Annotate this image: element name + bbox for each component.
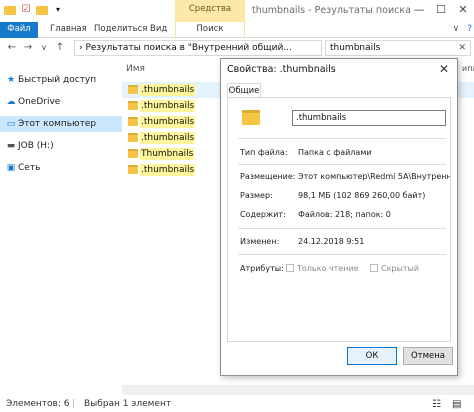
readonly-label: Только чтение xyxy=(297,264,359,273)
ok-button[interactable]: ОК xyxy=(347,347,397,365)
sidebar-item-onedrive[interactable]: ☁ OneDrive xyxy=(0,94,122,110)
sidebar-item-label: Быстрый доступ xyxy=(18,75,97,85)
column-header-name[interactable]: Имя xyxy=(126,64,145,74)
folder-icon xyxy=(242,110,260,125)
search-input[interactable]: thumbnails ✕ xyxy=(325,40,471,56)
divider xyxy=(238,254,446,255)
sidebar-item-network[interactable]: ▣ Сеть xyxy=(0,160,122,176)
cancel-button[interactable]: Отмена xyxy=(403,347,453,365)
folder-icon[interactable] xyxy=(4,6,16,15)
checkbox-box xyxy=(370,264,378,272)
modified-value: 24.12.2018 9:51 xyxy=(298,237,365,246)
selection-count: Выбран 1 элемент xyxy=(84,399,172,409)
attributes-label: Атрибуты: xyxy=(240,264,284,273)
properties-dialog: Свойства: .thumbnails ✕ Общие .thumbnail… xyxy=(220,58,458,376)
folder-icon xyxy=(128,165,138,174)
minimize-button[interactable]: — xyxy=(408,0,430,22)
horizontal-scrollbar[interactable] xyxy=(122,385,474,395)
status-bar: Элементов: 6 | Выбран 1 элемент ☷ ▤ xyxy=(0,396,474,412)
cloud-icon: ☁ xyxy=(6,97,16,107)
address-row: ← → ∨ ↑ › Результаты поиска в "Внутренни… xyxy=(0,38,474,58)
file-name: .thumbnails xyxy=(140,164,196,176)
back-arrow-icon[interactable]: ← xyxy=(6,41,18,55)
sidebar-item-quick-access[interactable]: ★ Быстрый доступ xyxy=(0,72,122,88)
type-label: Тип файла: xyxy=(240,148,288,157)
tab-share[interactable]: Поделиться xyxy=(94,22,147,38)
ribbon-expand-icon[interactable]: ∨ xyxy=(453,24,460,34)
sidebar-item-this-pc[interactable]: ▭ Этот компьютер xyxy=(0,116,122,132)
contains-label: Содержит: xyxy=(240,210,286,219)
tab-general[interactable]: Общие xyxy=(227,83,261,98)
divider xyxy=(238,164,446,165)
modified-label: Изменен: xyxy=(240,237,280,246)
item-count: Элементов: 6 xyxy=(6,399,70,409)
navigation-pane: ★ Быстрый доступ ☁ OneDrive ▭ Этот компь… xyxy=(0,60,122,390)
address-path: Результаты поиска в "Внутренний общий... xyxy=(85,43,292,53)
contains-value: Файлов: 218; папок: 0 xyxy=(298,210,391,219)
dialog-title: Свойства: .thumbnails xyxy=(227,64,336,75)
dialog-close-button[interactable]: ✕ xyxy=(439,62,449,76)
help-icon[interactable]: ? xyxy=(467,24,472,34)
clear-search-icon[interactable]: ✕ xyxy=(458,41,466,55)
folder-icon xyxy=(128,101,138,110)
close-button[interactable]: ✕ xyxy=(452,0,474,22)
folder-new-icon[interactable] xyxy=(36,6,48,15)
checkbox-box xyxy=(286,264,294,272)
file-name: .thumbnails xyxy=(140,116,196,128)
type-value: Папка с файлами xyxy=(298,148,372,157)
checkmark-icon[interactable]: ☑ xyxy=(20,4,32,16)
folder-icon xyxy=(128,85,138,94)
sidebar-item-label: Сеть xyxy=(18,163,41,173)
hidden-checkbox[interactable]: Скрытый xyxy=(370,264,419,273)
drive-icon: ▬ xyxy=(6,141,16,151)
tab-view[interactable]: Вид xyxy=(150,22,167,38)
tab-home[interactable]: Главная xyxy=(50,22,87,38)
title-bar: ☑ ▾ Средства поиска thumbnails - Результ… xyxy=(0,0,474,32)
address-bar[interactable]: › Результаты поиска в "Внутренний общий.… xyxy=(74,40,322,56)
sidebar-item-label: Этот компьютер xyxy=(18,119,97,129)
tab-search[interactable]: Поиск xyxy=(175,22,245,38)
details-view-icon[interactable]: ☷ xyxy=(432,399,441,410)
quick-access-toolbar: ☑ ▾ xyxy=(4,4,64,16)
location-label: Размещение: xyxy=(240,172,296,181)
column-header-type[interactable]: ипа xyxy=(462,64,474,73)
up-arrow-icon[interactable]: ↑ xyxy=(54,41,66,55)
file-name: .thumbnails xyxy=(140,100,196,112)
folder-icon xyxy=(128,149,138,158)
forward-arrow-icon[interactable]: → xyxy=(22,41,34,55)
file-name: .thumbnails xyxy=(140,132,196,144)
general-panel: .thumbnails Тип файла: Папка с файлами Р… xyxy=(227,97,451,342)
window-title: thumbnails - Результаты поиска xyxy=(252,5,411,16)
file-name: .thumbnails xyxy=(140,84,196,96)
folder-icon xyxy=(128,133,138,142)
location-value: Этот компьютер\Redmi 5A\Внутренний общий xyxy=(298,172,450,181)
hidden-label: Скрытый xyxy=(381,264,419,273)
computer-icon: ▭ xyxy=(6,119,16,129)
divider xyxy=(238,228,446,229)
file-name: Thumbnails xyxy=(140,148,195,160)
folder-icon xyxy=(128,117,138,126)
maximize-button[interactable]: ☐ xyxy=(430,0,452,22)
size-value: 98,1 МБ (102 869 260,00 байт) xyxy=(298,191,426,200)
star-icon: ★ xyxy=(6,75,16,85)
tiles-view-icon[interactable]: ▤ xyxy=(452,399,461,410)
qat-dropdown-icon[interactable]: ▾ xyxy=(52,4,64,16)
sidebar-item-label: OneDrive xyxy=(18,97,61,107)
ribbon: Файл Главная Поделиться Вид Поиск ∨ ? xyxy=(0,22,474,38)
name-field[interactable]: .thumbnails xyxy=(292,110,446,126)
tab-file[interactable]: Файл xyxy=(0,22,38,38)
sidebar-item-label: JOB (H:) xyxy=(18,141,54,151)
search-value: thumbnails xyxy=(330,43,381,53)
divider xyxy=(238,138,446,139)
status-divider: | xyxy=(72,399,76,409)
network-icon: ▣ xyxy=(6,163,16,173)
readonly-checkbox[interactable]: Только чтение xyxy=(286,264,359,273)
sidebar-item-job-drive[interactable]: ▬ JOB (H:) xyxy=(0,138,122,154)
size-label: Размер: xyxy=(240,191,273,200)
recent-dropdown-icon[interactable]: ∨ xyxy=(38,41,50,55)
context-tab-group: Средства поиска xyxy=(175,0,245,32)
